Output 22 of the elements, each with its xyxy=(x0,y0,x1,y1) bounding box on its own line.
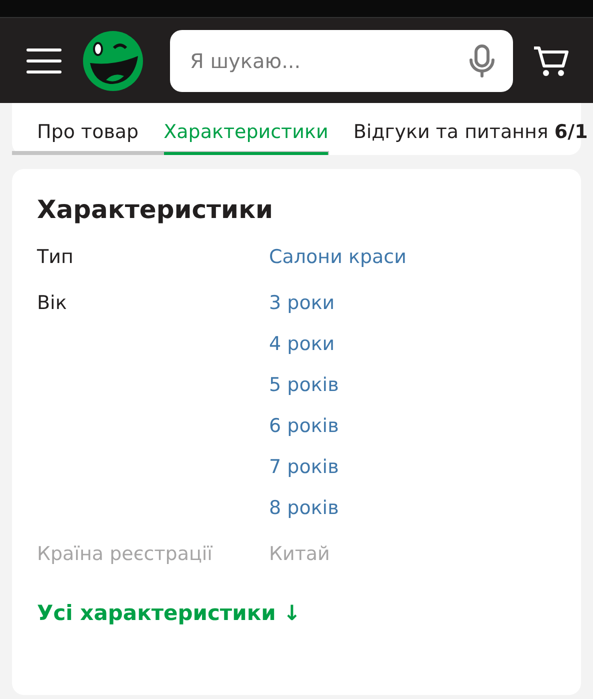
search-field[interactable]: Я шукаю... xyxy=(188,48,469,74)
tab[interactable]: Характеристики xyxy=(164,103,328,155)
spec-value-link[interactable]: Салони краси xyxy=(269,246,556,268)
cart-icon[interactable] xyxy=(533,44,569,78)
smiley-logo-icon[interactable] xyxy=(82,30,144,92)
menu-icon[interactable] xyxy=(26,46,62,74)
spec-label: Тип xyxy=(37,246,74,268)
microphone-icon[interactable] xyxy=(469,44,495,78)
spec-value-link[interactable]: Китай xyxy=(269,543,556,565)
spec-value-link[interactable]: 8 років xyxy=(269,497,556,519)
spec-label: Країна реєстрації xyxy=(37,543,214,565)
section-title: Характеристики xyxy=(37,195,274,224)
search-bar[interactable]: Я шукаю... xyxy=(170,30,513,92)
spec-value-link[interactable]: 6 років xyxy=(269,415,556,437)
spec-value-link[interactable]: 5 років xyxy=(269,374,556,396)
spec-value-link[interactable]: 4 роки xyxy=(269,333,556,355)
tab[interactable]: Відгуки та питання 6/1 xyxy=(353,103,588,155)
spec-value-link[interactable]: 3 роки xyxy=(269,292,556,314)
spec-value-link[interactable]: 7 років xyxy=(269,456,556,478)
tab[interactable]: Про товар xyxy=(37,103,139,155)
all-characteristics-link[interactable]: Усі характеристики ↓ xyxy=(37,601,301,625)
spec-label: Вік xyxy=(37,292,68,316)
